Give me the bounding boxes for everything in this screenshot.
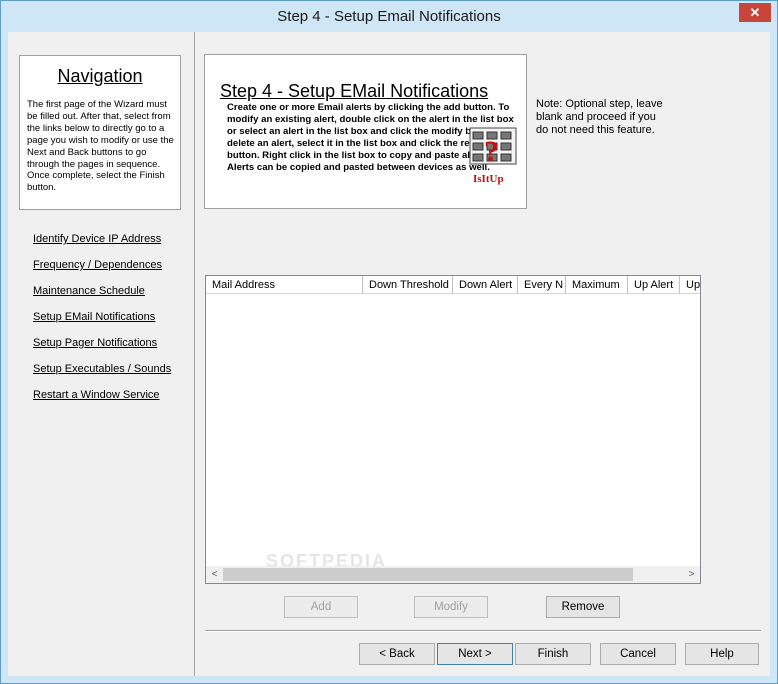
email-alerts-list[interactable]: Mail Address Down Threshold Down Alert E… [205,275,701,584]
nav-link-email[interactable]: Setup EMail Notifications [33,311,155,323]
content-pane: Step 4 - Setup EMail Notifications Creat… [198,32,770,676]
column-maximum[interactable]: Maximum [566,276,628,294]
nav-link-restart-service[interactable]: Restart a Window Service [33,389,160,401]
scroll-right-icon[interactable]: > [683,566,700,583]
modify-button[interactable]: Modify [414,596,488,618]
nav-link-pager[interactable]: Setup Pager Notifications [33,337,157,349]
column-down-threshold[interactable]: Down Threshold [363,276,453,294]
nav-link-executables[interactable]: Setup Executables / Sounds [33,363,171,375]
isitup-logo-icon: ? [469,127,517,168]
app-window: Step 4 - Setup Email Notifications ✕ Nav… [0,0,778,684]
navigation-box: Navigation The first page of the Wizard … [19,55,181,210]
wizard-client-area: Navigation The first page of the Wizard … [8,32,770,676]
close-button[interactable]: ✕ [739,3,771,22]
column-down-alert[interactable]: Down Alert [453,276,518,294]
nav-link-maintenance[interactable]: Maintenance Schedule [33,285,145,297]
navigation-description: The first page of the Wizard must be fil… [27,99,174,194]
navigation-title: Navigation [57,66,143,86]
logo-text: IsItUp [473,173,504,185]
back-button[interactable]: < Back [359,643,435,665]
svg-text:?: ? [484,135,499,168]
nav-link-identify-device[interactable]: Identify Device IP Address [33,233,161,245]
column-every-n[interactable]: Every N [518,276,566,294]
optional-note: Note: Optional step, leave blank and pro… [536,98,663,136]
window-title: Step 4 - Setup Email Notifications [277,8,501,25]
column-mail-address[interactable]: Mail Address [206,276,363,294]
horizontal-scrollbar[interactable]: < > [206,566,700,583]
add-button[interactable]: Add [284,596,358,618]
title-bar[interactable]: Step 4 - Setup Email Notifications ✕ [1,1,777,32]
navigation-pane: Navigation The first page of the Wizard … [8,32,195,676]
finish-button[interactable]: Finish [515,643,591,665]
scrollbar-thumb[interactable] [223,568,633,581]
scroll-left-icon[interactable]: < [206,566,223,583]
footer-separator [205,630,761,632]
banner-title: Step 4 - Setup EMail Notifications [220,81,489,101]
column-up-alert[interactable]: Up Alert [628,276,680,294]
column-up[interactable]: Up [680,276,700,294]
nav-link-frequency[interactable]: Frequency / Dependences [33,259,162,271]
help-button[interactable]: Help [685,643,759,665]
remove-button[interactable]: Remove [546,596,620,618]
next-button[interactable]: Next > [437,643,513,665]
cancel-button[interactable]: Cancel [600,643,676,665]
step-banner: Step 4 - Setup EMail Notifications Creat… [204,54,527,209]
